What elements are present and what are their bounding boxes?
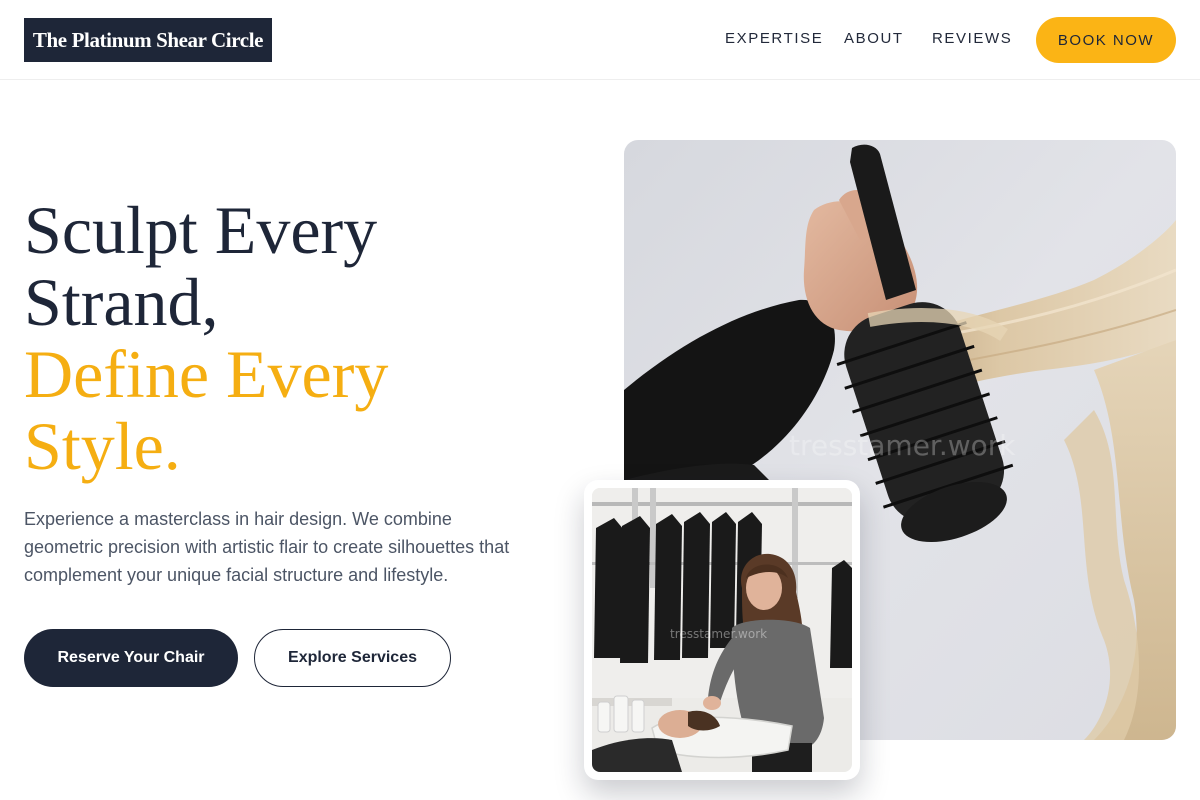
headline-line-2: Strand,	[24, 264, 219, 340]
hero-description: Experience a masterclass in hair design.…	[24, 509, 510, 585]
book-now-button[interactable]: BOOK NOW	[1036, 17, 1176, 63]
nav-link-reviews[interactable]: REVIEWS	[932, 30, 1012, 47]
hero-headline: Sculpt Every Strand, Define Every Style.	[24, 194, 544, 482]
headline-accent-line-2: Style.	[24, 408, 181, 484]
secondary-image-card: tresstamer.work	[584, 480, 860, 780]
headline-accent-line-1: Define Every	[24, 336, 389, 412]
reserve-chair-button[interactable]: Reserve Your Chair	[24, 629, 238, 687]
headline-line-1: Sculpt Every	[24, 192, 378, 268]
secondary-watermark: tresstamer.work	[670, 627, 767, 641]
secondary-image-hair-wash: tresstamer.work	[592, 488, 852, 772]
nav-link-expertise[interactable]: EXPERTISE	[725, 30, 823, 47]
explore-services-button[interactable]: Explore Services	[254, 629, 451, 687]
hero-watermark: tresstamer.work	[789, 429, 1016, 462]
nav-link-about[interactable]: ABOUT	[844, 30, 904, 47]
site-logo[interactable]: The Platinum Shear Circle	[24, 18, 272, 62]
site-header: The Platinum Shear Circle EXPERTISE ABOU…	[0, 0, 1200, 80]
